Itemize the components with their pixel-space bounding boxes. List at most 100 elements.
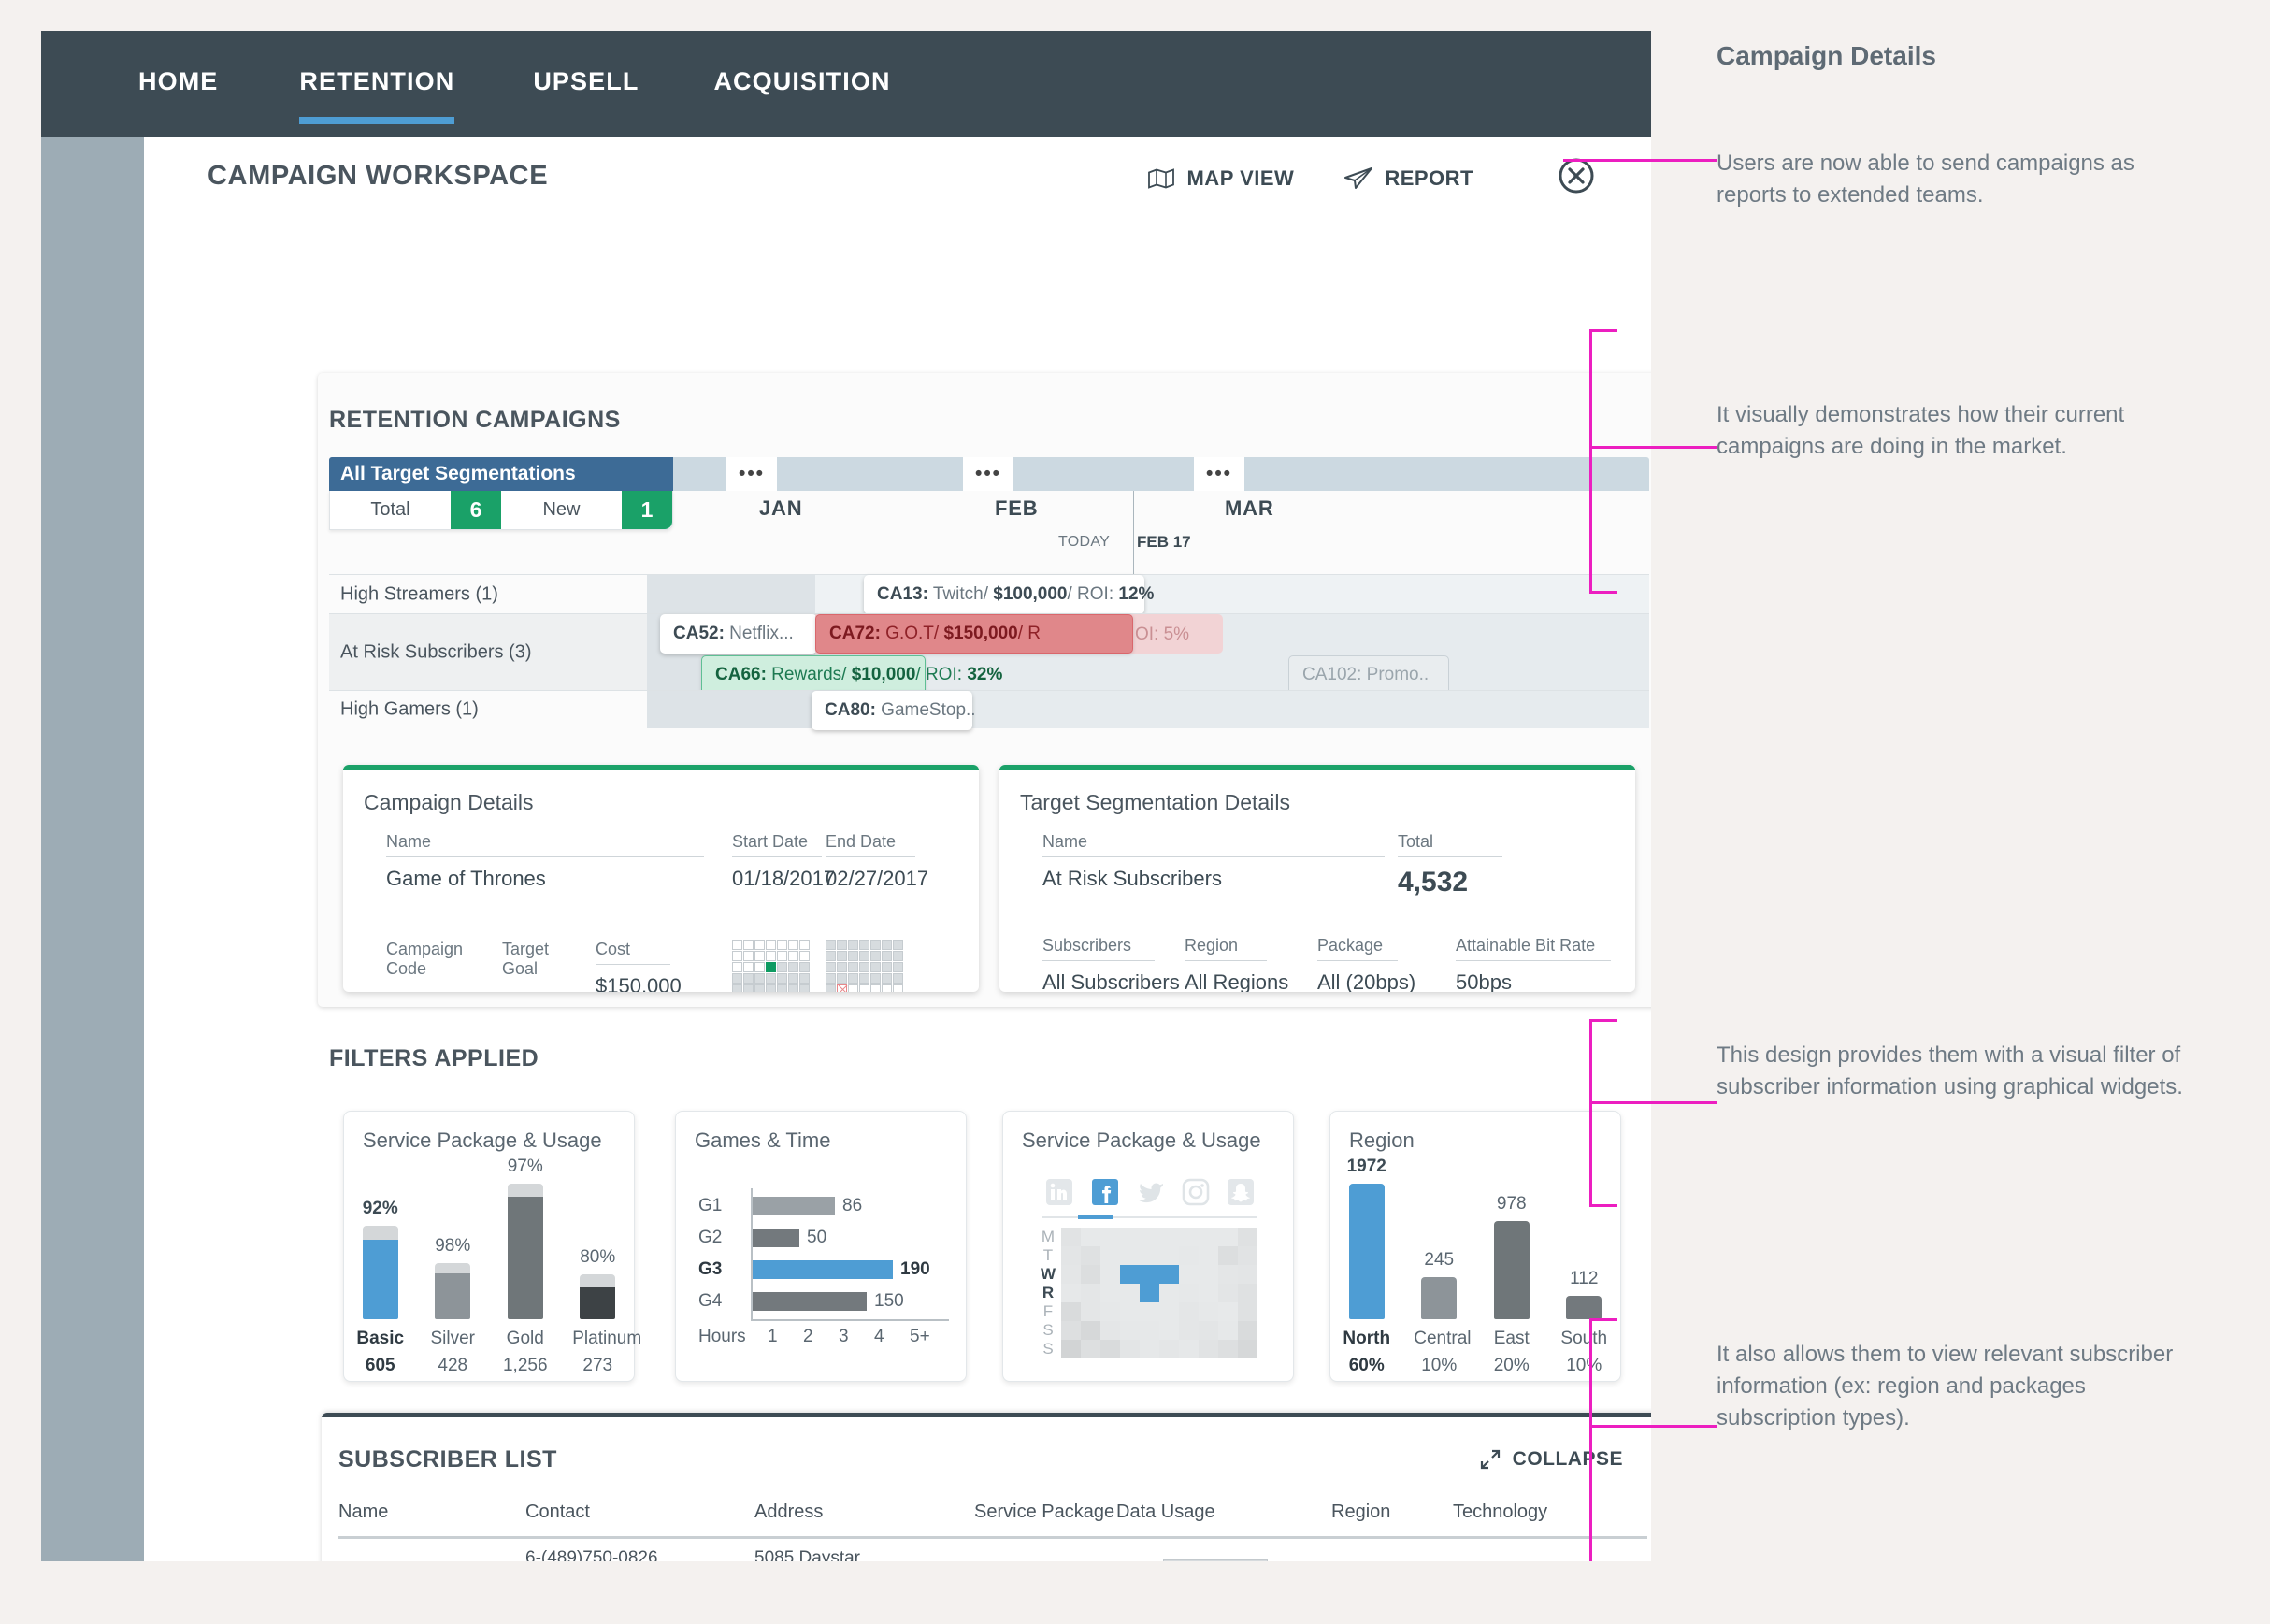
gantt-row-high-gamers[interactable]: High Gamers (1) CA80: GameStop.. xyxy=(329,690,1649,730)
heatmap-grid[interactable] xyxy=(1061,1228,1257,1358)
heatmap-cell[interactable] xyxy=(1238,1228,1257,1246)
heatmap-cell[interactable] xyxy=(1218,1284,1238,1302)
heatmap-cell[interactable] xyxy=(1238,1302,1257,1321)
bar-column[interactable]: 92% xyxy=(355,1199,406,1319)
heatmap-cell[interactable] xyxy=(1159,1321,1179,1340)
heatmap-cell[interactable] xyxy=(1120,1302,1140,1321)
heatmap-cell[interactable] xyxy=(1199,1265,1218,1284)
bar-row[interactable]: G2 50 xyxy=(698,1228,826,1248)
heatmap-cell[interactable] xyxy=(1081,1246,1100,1265)
heatmap-cell[interactable] xyxy=(1179,1265,1199,1284)
report-button[interactable]: REPORT xyxy=(1344,166,1473,191)
close-button[interactable] xyxy=(1558,157,1595,199)
gantt-overflow-button-jan[interactable]: ••• xyxy=(726,457,777,491)
heatmap-cell[interactable] xyxy=(1199,1284,1218,1302)
heatmap-cell[interactable] xyxy=(1218,1302,1238,1321)
heatmap-cell[interactable] xyxy=(1140,1340,1159,1358)
heatmap-cell[interactable] xyxy=(1159,1246,1179,1265)
segmentation-header[interactable]: All Target Segmentations xyxy=(329,457,673,491)
heatmap-cell[interactable] xyxy=(1218,1246,1238,1265)
heatmap-cell[interactable] xyxy=(1179,1340,1199,1358)
heatmap-cell[interactable] xyxy=(1199,1340,1218,1358)
heatmap-cell[interactable] xyxy=(1179,1321,1199,1340)
bar-column[interactable]: 1972 xyxy=(1342,1157,1392,1319)
start-date-calendar[interactable] xyxy=(732,940,826,992)
heatmap-cell[interactable] xyxy=(1120,1284,1140,1302)
gantt-bar-ca72[interactable]: CA72: G.O.T/ $150,000/ R xyxy=(815,614,1133,654)
nav-item-acquisition[interactable]: ACQUISITION xyxy=(713,67,890,100)
bar-column[interactable]: 80% xyxy=(572,1247,623,1319)
heatmap-cell[interactable] xyxy=(1218,1340,1238,1358)
linkedin-icon[interactable] xyxy=(1042,1175,1076,1209)
gantt-bar-ca102[interactable]: CA102: Promo.. xyxy=(1288,655,1449,695)
heatmap-cell[interactable] xyxy=(1100,1228,1120,1246)
heatmap-cell[interactable] xyxy=(1061,1265,1081,1284)
nav-item-upsell[interactable]: UPSELL xyxy=(533,67,639,100)
snapchat-icon[interactable] xyxy=(1224,1175,1257,1209)
map-view-button[interactable]: MAP VIEW xyxy=(1148,166,1294,191)
heatmap-cell[interactable] xyxy=(1100,1302,1120,1321)
heatmap-cell[interactable] xyxy=(1120,1246,1140,1265)
heatmap-cell[interactable] xyxy=(1140,1228,1159,1246)
heatmap-cell[interactable] xyxy=(1100,1284,1120,1302)
heatmap-cell[interactable] xyxy=(1061,1321,1081,1340)
heatmap-cell[interactable] xyxy=(1179,1228,1199,1246)
gantt-bar-ca66[interactable]: CA66: Rewards/ $10,000/ ROI: 32% xyxy=(701,655,1002,695)
heatmap-cell[interactable] xyxy=(1061,1228,1081,1246)
heatmap-cell[interactable] xyxy=(1199,1321,1218,1340)
heatmap-cell[interactable] xyxy=(1061,1302,1081,1321)
bar-column[interactable]: 98% xyxy=(427,1236,478,1319)
heatmap-cell[interactable] xyxy=(1218,1228,1238,1246)
heatmap-cell[interactable] xyxy=(1238,1284,1257,1302)
facebook-icon[interactable] xyxy=(1088,1175,1122,1209)
bar-column[interactable]: 245 xyxy=(1414,1250,1464,1319)
heatmap-cell[interactable] xyxy=(1061,1284,1081,1302)
bar-row[interactable]: G1 86 xyxy=(698,1196,862,1216)
gantt-row-high-streamers[interactable]: High Streamers (1) CA13: Twitch/ $100,00… xyxy=(329,574,1649,614)
heatmap-cell[interactable] xyxy=(1238,1265,1257,1284)
bar-column[interactable]: 112 xyxy=(1559,1269,1609,1319)
heatmap-cell[interactable] xyxy=(1199,1302,1218,1321)
heatmap-cell[interactable] xyxy=(1199,1228,1218,1246)
nav-item-home[interactable]: HOME xyxy=(138,67,218,100)
heatmap-cell[interactable] xyxy=(1218,1321,1238,1340)
heatmap-cell[interactable] xyxy=(1199,1246,1218,1265)
heatmap-cell[interactable] xyxy=(1159,1340,1179,1358)
gantt-bar-ca52[interactable]: CA52: Netflix... xyxy=(660,614,817,654)
end-date-calendar[interactable] xyxy=(826,940,919,992)
twitter-icon[interactable] xyxy=(1133,1175,1167,1209)
nav-item-retention[interactable]: RETENTION xyxy=(299,67,455,124)
gantt-overflow-button-mar[interactable]: ••• xyxy=(1194,457,1244,491)
bar-row[interactable]: G3 190 xyxy=(698,1259,930,1280)
filter-widget-games-time[interactable]: Games & Time G1 86 G2 50 G3 190 G4 150 H… xyxy=(675,1111,967,1382)
heatmap-cell[interactable] xyxy=(1159,1284,1179,1302)
heatmap-cell[interactable] xyxy=(1120,1228,1140,1246)
heatmap-cell[interactable] xyxy=(1100,1321,1120,1340)
instagram-icon[interactable] xyxy=(1179,1175,1213,1209)
filter-widget-social-usage-heatmap[interactable]: Service Package & Usage M T W R F S S xyxy=(1002,1111,1294,1382)
bar-column[interactable]: 97% xyxy=(500,1157,551,1319)
heatmap-cell[interactable] xyxy=(1140,1321,1159,1340)
heatmap-cell[interactable] xyxy=(1120,1340,1140,1358)
heatmap-cell[interactable] xyxy=(1140,1246,1159,1265)
collapse-button[interactable]: COLLAPSE xyxy=(1479,1448,1623,1471)
heatmap-cell[interactable] xyxy=(1081,1340,1100,1358)
gantt-bar-ca13[interactable]: CA13: Twitch/ $100,000/ ROI: 12% xyxy=(864,575,1154,614)
heatmap-cell[interactable] xyxy=(1081,1302,1100,1321)
filter-widget-service-package-usage[interactable]: Service Package & Usage 92% 98% 97% 80% … xyxy=(343,1111,641,1382)
heatmap-cell[interactable] xyxy=(1218,1265,1238,1284)
heatmap-cell[interactable] xyxy=(1179,1284,1199,1302)
heatmap-cell[interactable] xyxy=(1140,1302,1159,1321)
heatmap-cell[interactable] xyxy=(1081,1284,1100,1302)
heatmap-cell[interactable] xyxy=(1100,1246,1120,1265)
heatmap-cell[interactable] xyxy=(1159,1228,1179,1246)
heatmap-cell[interactable] xyxy=(1238,1321,1257,1340)
heatmap-cell[interactable] xyxy=(1061,1340,1081,1358)
heatmap-cell[interactable] xyxy=(1120,1265,1140,1284)
heatmap-cell[interactable] xyxy=(1140,1265,1159,1284)
gantt-row-at-risk[interactable]: At Risk Subscribers (3) CA52: Netflix...… xyxy=(329,613,1649,695)
gantt-overflow-button-feb[interactable]: ••• xyxy=(963,457,1013,491)
heatmap-cell[interactable] xyxy=(1081,1265,1100,1284)
heatmap-cell[interactable] xyxy=(1100,1265,1120,1284)
heatmap-cell[interactable] xyxy=(1100,1340,1120,1358)
